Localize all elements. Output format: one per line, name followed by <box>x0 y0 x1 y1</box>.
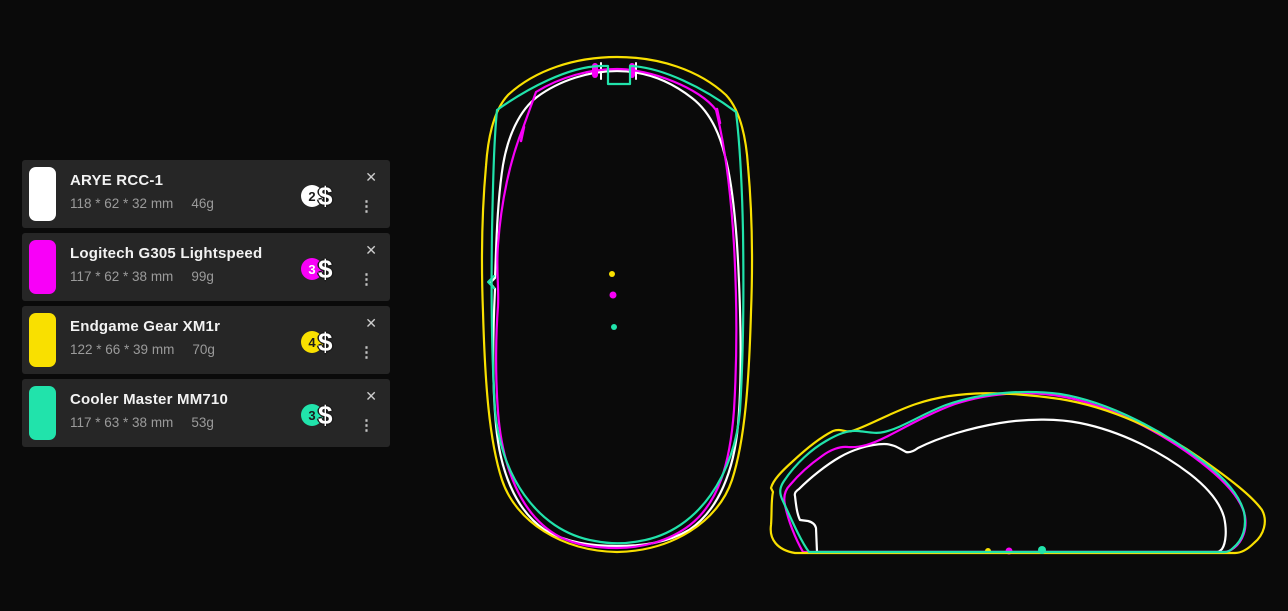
mouse-info: ARYE RCC-1 118 * 62 * 32 mm 46g <box>70 172 214 211</box>
mouse-outline <box>490 64 745 545</box>
mouse-name: Logitech G305 Lightspeed <box>70 245 263 262</box>
mouse-list-sidebar: ARYE RCC-1 118 * 62 * 32 mm 46g 2 $ ✕ ⋮ L… <box>22 160 390 452</box>
mouse-color-swatch[interactable] <box>29 167 56 221</box>
mouse-outline <box>488 69 742 548</box>
mouse-name: Endgame Gear XM1r <box>70 318 221 335</box>
mouse-outline <box>769 392 1266 555</box>
mouse-size-text: 117 * 62 * 38 mm <box>70 269 174 284</box>
mouse-dimensions: 117 * 63 * 38 mm 53g <box>70 415 228 430</box>
side-view-outlines <box>769 390 1266 555</box>
mouse-outline <box>783 392 1247 554</box>
sensor-position-dot <box>1038 546 1046 554</box>
price-badge[interactable]: 4 $ <box>301 329 332 355</box>
sensor-position-dot <box>609 291 617 299</box>
mouse-outline <box>793 418 1227 554</box>
price-badge[interactable]: 2 $ <box>301 183 332 209</box>
top-view-outlines <box>480 55 754 554</box>
mouse-card[interactable]: Logitech G305 Lightspeed 117 * 62 * 38 m… <box>22 233 390 301</box>
mouse-outline <box>779 390 1247 554</box>
sensor-position-dot <box>609 271 615 277</box>
close-icon[interactable]: ✕ <box>365 316 377 330</box>
mouse-info: Logitech G305 Lightspeed 117 * 62 * 38 m… <box>70 245 262 284</box>
mouse-card[interactable]: Endgame Gear XM1r 122 * 66 * 39 mm 70g 4 … <box>22 306 390 374</box>
mouse-card[interactable]: ARYE RCC-1 118 * 62 * 32 mm 46g 2 $ ✕ ⋮ <box>22 160 390 228</box>
sensor-position-dot <box>611 324 617 330</box>
mouse-card[interactable]: Cooler Master MM710 117 * 63 * 38 mm 53g … <box>22 379 390 447</box>
price-badge[interactable]: 3 $ <box>301 256 332 282</box>
price-badge[interactable]: 3 $ <box>301 402 332 428</box>
mouse-name: ARYE RCC-1 <box>70 172 164 189</box>
kebab-menu-icon[interactable]: ⋮ <box>359 418 374 433</box>
dollar-icon: $ <box>318 254 333 284</box>
mouse-size-text: 122 * 66 * 39 mm <box>70 342 175 357</box>
mouse-weight-text: 46g <box>191 196 214 211</box>
mouse-outline <box>495 67 738 550</box>
mouse-color-swatch[interactable] <box>29 386 56 440</box>
mouse-color-swatch[interactable] <box>29 313 56 367</box>
mouse-name: Cooler Master MM710 <box>70 391 229 408</box>
close-icon[interactable]: ✕ <box>365 243 377 257</box>
dollar-icon: $ <box>318 327 333 357</box>
mouse-weight-text: 53g <box>191 415 214 430</box>
mouse-weight-text: 99g <box>191 269 214 284</box>
mouse-dimensions: 118 * 62 * 32 mm 46g <box>70 196 214 211</box>
mouse-info: Endgame Gear XM1r 122 * 66 * 39 mm 70g <box>70 318 220 357</box>
close-icon[interactable]: ✕ <box>365 170 377 184</box>
kebab-menu-icon[interactable]: ⋮ <box>359 272 374 287</box>
close-icon[interactable]: ✕ <box>365 389 377 403</box>
mouse-dimensions: 117 * 62 * 38 mm 99g <box>70 269 262 284</box>
mouse-weight-text: 70g <box>192 342 215 357</box>
mouse-dimensions: 122 * 66 * 39 mm 70g <box>70 342 220 357</box>
mouse-color-swatch[interactable] <box>29 240 56 294</box>
kebab-menu-icon[interactable]: ⋮ <box>359 345 374 360</box>
mouse-size-text: 118 * 62 * 32 mm <box>70 196 174 211</box>
dollar-icon: $ <box>318 181 333 211</box>
dollar-icon: $ <box>318 400 333 430</box>
mouse-info: Cooler Master MM710 117 * 63 * 38 mm 53g <box>70 391 228 430</box>
kebab-menu-icon[interactable]: ⋮ <box>359 199 374 214</box>
mouse-size-text: 117 * 63 * 38 mm <box>70 415 174 430</box>
